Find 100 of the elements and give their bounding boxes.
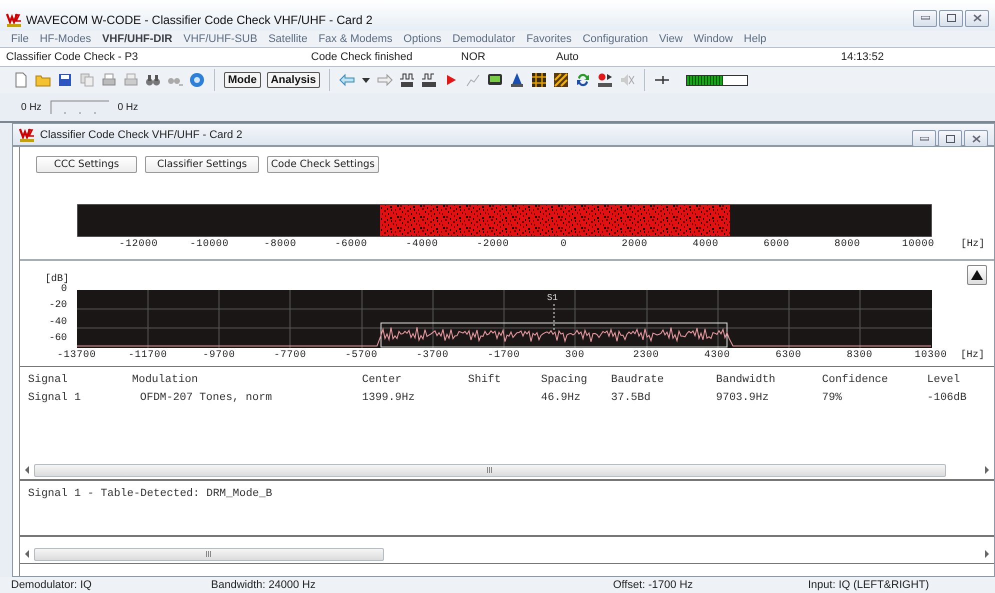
new-file-icon[interactable]	[13, 72, 29, 88]
table-cell-text: 9703.9Hz	[716, 392, 770, 404]
help-icon[interactable]	[189, 72, 205, 88]
table-cell-text: 46.9Hz	[541, 392, 582, 404]
axis-tick-label: -20	[48, 300, 68, 312]
axis-tick-label: 4300	[703, 350, 732, 360]
menu-item[interactable]: File	[11, 33, 29, 45]
status-text: NOR	[461, 51, 486, 63]
column-header[interactable]: Level	[927, 374, 994, 386]
axis-tick-label: -12000	[118, 238, 159, 250]
menu-item[interactable]: VHF/UHF-DIR	[102, 33, 172, 45]
refresh-icon[interactable]	[574, 72, 591, 88]
minimize-icon	[920, 16, 930, 20]
axis-tick-label: -4000	[404, 238, 440, 250]
minimize-button[interactable]	[912, 130, 936, 147]
axis-label: [dB]	[45, 274, 70, 284]
pulse-icon[interactable]	[420, 72, 437, 88]
close-icon	[972, 134, 980, 142]
message-text: Signal 1 - Table-Detected: DRM_Mode_B	[28, 488, 272, 500]
window-title: WAVECOM W-CODE - Classifier Code Check VHF/UHF - Card 2	[26, 13, 374, 28]
status-text: Demodulator: IQ	[11, 579, 93, 591]
column-header[interactable]: Modulation	[132, 374, 362, 386]
axis-tick-label: 300	[564, 350, 586, 360]
settings-button[interactable]: CCC Settings	[36, 156, 138, 173]
axis-tick-label: -6000	[334, 238, 368, 250]
monitor-icon[interactable]	[486, 72, 503, 88]
menu-item[interactable]: HF-Modes	[40, 33, 92, 45]
menu-item[interactable]: Demodulator	[452, 33, 516, 45]
axis-tick-label: -3700	[415, 350, 450, 360]
axis-tick-label: 4000	[692, 238, 720, 250]
close-button[interactable]	[965, 10, 989, 26]
frequency-scale	[50, 100, 110, 114]
axis-tick-label: 8300	[846, 350, 874, 360]
maximize-button[interactable]	[938, 130, 962, 147]
status-text: Code Check finished	[311, 51, 414, 63]
table-cell-text: 37.5Bd	[611, 392, 652, 404]
menu-item[interactable]: Favorites	[526, 33, 572, 45]
column-header[interactable]: Baudrate	[611, 374, 716, 386]
close-button[interactable]	[964, 130, 988, 147]
axis-tick-label: -1700	[486, 350, 521, 360]
column-header[interactable]: Spacing	[541, 374, 611, 386]
triangle-up-icon	[970, 269, 984, 281]
save-icon[interactable]	[57, 72, 73, 88]
menu-item[interactable]: VHF/UHF-SUB	[183, 33, 258, 45]
scroll-left-icon[interactable]	[24, 550, 30, 558]
table-cell-text: OFDM-207 Tones, norm	[139, 392, 274, 404]
axis-tick-label: 0	[560, 238, 568, 250]
collapse-button[interactable]	[967, 265, 987, 285]
axis-tick-label: 0	[60, 284, 68, 295]
scrollbar-thumb[interactable]	[34, 464, 946, 476]
menu-item[interactable]: Help	[744, 33, 766, 45]
axis-tick-label: 6300	[774, 350, 802, 360]
column-header[interactable]: Confidence	[822, 374, 927, 386]
menu-item[interactable]: Options	[403, 33, 442, 45]
frequency-label: 0 Hz	[21, 102, 42, 112]
table-cell-text: Signal 1	[28, 392, 82, 404]
maximize-button[interactable]	[939, 10, 963, 26]
axis-tick-label: 10000	[900, 238, 936, 250]
axis-tick-label: -9700	[202, 350, 236, 360]
axis-unit: [Hz]	[960, 238, 985, 250]
column-header[interactable]: Bandwidth	[716, 374, 822, 386]
scroll-left-icon[interactable]	[24, 466, 30, 474]
menu-item[interactable]: Window	[694, 33, 733, 45]
menu-item[interactable]: Fax & Modems	[318, 33, 392, 45]
axis-tick-label: -11700	[127, 350, 168, 360]
toolbar-button[interactable]: Mode	[224, 72, 261, 88]
minimize-icon	[920, 136, 928, 140]
signal-marker: S1	[547, 293, 558, 303]
maximize-icon	[946, 14, 956, 22]
table-cell-text: -106dB	[927, 392, 968, 404]
window-title: Classifier Code Check VHF/UHF - Card 2	[40, 128, 244, 140]
axis-tick-label: 2300	[632, 350, 660, 360]
logo-icon	[19, 126, 35, 142]
table-cell-text: 79%	[822, 392, 843, 404]
column-header[interactable]: Center	[362, 374, 468, 386]
status-text: Auto	[556, 51, 580, 63]
axis-tick-label: -2000	[476, 238, 510, 250]
print-icon[interactable]	[101, 72, 117, 88]
frequency-label: 0 Hz	[118, 102, 138, 112]
pattern-icon[interactable]	[552, 72, 569, 88]
record-icon[interactable]	[596, 72, 613, 88]
scrollbar-thumb[interactable]	[34, 548, 384, 560]
column-header[interactable]: Signal	[28, 374, 132, 386]
scroll-right-icon[interactable]	[984, 466, 990, 474]
axis-tick-label: -5700	[344, 350, 379, 360]
pulse-icon[interactable]	[398, 72, 415, 88]
minimize-button[interactable]	[913, 10, 937, 26]
maximize-icon	[946, 134, 954, 142]
settings-button[interactable]: Code Check Settings	[267, 156, 379, 173]
column-header[interactable]: Shift	[468, 374, 541, 386]
scroll-right-icon[interactable]	[984, 550, 990, 558]
menu-item[interactable]: View	[659, 33, 683, 45]
grid-icon[interactable]	[530, 72, 547, 88]
toolbar-button[interactable]: Analysis	[266, 72, 320, 88]
axis-tick-label: -40	[48, 316, 68, 328]
menu-item[interactable]: Configuration	[582, 33, 648, 45]
left-arrow-icon[interactable]	[338, 72, 355, 88]
axis-tick-label: 8000	[833, 238, 862, 250]
settings-button[interactable]: Classifier Settings	[145, 156, 259, 173]
menu-item[interactable]: Satellite	[268, 33, 308, 45]
